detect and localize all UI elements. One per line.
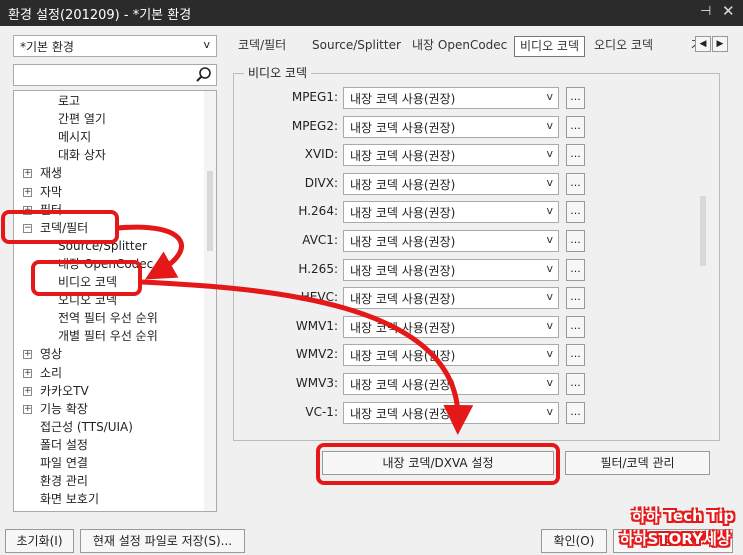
- annotation-arrows: [117, 224, 474, 435]
- watermark-line1: 하하 Tech Tip: [632, 507, 735, 525]
- arrow-to-dxva-button: [141, 279, 474, 435]
- arrow-to-video-codec: [117, 224, 184, 280]
- watermark-line2: 하하STORY세상: [620, 530, 731, 548]
